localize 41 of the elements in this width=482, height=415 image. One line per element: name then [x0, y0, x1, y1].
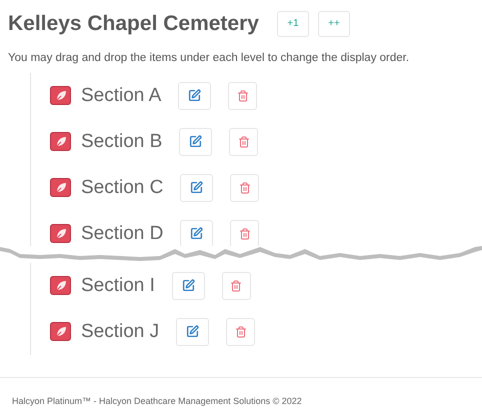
edit-button[interactable] — [179, 128, 212, 156]
section-name[interactable]: Section J — [81, 318, 160, 346]
trash-icon — [236, 90, 249, 102]
edit-button[interactable] — [180, 174, 214, 202]
section-name[interactable]: Section B — [81, 128, 162, 156]
edit-button[interactable] — [180, 220, 214, 246]
delete-button[interactable] — [229, 128, 258, 156]
trash-icon — [230, 280, 242, 292]
delete-button[interactable] — [230, 174, 260, 202]
trash-icon — [238, 228, 251, 240]
edit-icon — [189, 135, 202, 148]
delete-button[interactable] — [230, 220, 260, 246]
leaf-icon — [50, 276, 71, 296]
section-name[interactable]: Section C — [81, 174, 164, 202]
edit-button[interactable] — [176, 318, 210, 346]
edit-button[interactable] — [178, 82, 212, 110]
instructions-text: You may drag and drop the items under each level to change the display order. — [7, 50, 410, 66]
trash-icon — [238, 136, 250, 148]
section-name[interactable]: Section I — [81, 272, 155, 300]
leaf-icon — [50, 178, 71, 198]
delete-button[interactable] — [222, 272, 251, 300]
edit-icon — [182, 279, 195, 292]
page-title: Kelleys Chapel Cemetery — [8, 11, 259, 37]
leaf-icon — [50, 132, 71, 152]
leaf-icon — [50, 322, 71, 342]
edit-icon — [188, 89, 202, 102]
edit-icon — [190, 227, 204, 240]
edit-icon — [186, 325, 200, 338]
add-button[interactable]: ++ — [318, 10, 350, 37]
add-button[interactable]: +1 — [276, 10, 309, 37]
trash-icon — [234, 326, 247, 338]
delete-button[interactable] — [228, 82, 258, 110]
section-name[interactable]: Section A — [81, 82, 162, 110]
edit-icon — [190, 181, 204, 194]
trash-icon — [238, 182, 251, 194]
leaf-icon — [50, 86, 71, 106]
section-name[interactable]: Section D — [81, 220, 164, 246]
footer-text: Halcyon Platinum™ - Halcyon Deathcare Management Solutions © 2022 — [12, 396, 302, 406]
edit-button[interactable] — [172, 272, 205, 300]
delete-button[interactable] — [226, 318, 256, 346]
leaf-icon — [50, 224, 71, 244]
